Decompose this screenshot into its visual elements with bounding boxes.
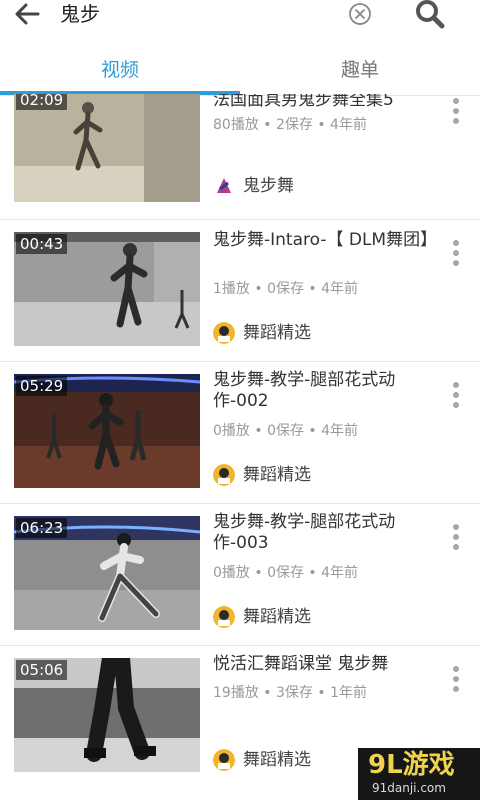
list-divider [0,645,480,646]
video-thumbnail[interactable]: 05:06 [14,658,200,772]
video-meta: 1播放 • 0保存 • 4年前 [213,281,359,297]
back-arrow-icon[interactable] [10,0,46,28]
more-vertical-icon[interactable] [448,524,464,554]
tab-videos[interactable]: 视频 [0,48,240,94]
tab-bar: 视频 趣单 [0,48,480,96]
video-list-item[interactable]: 00:43 鬼步舞-Intaro-【 DLM舞团】 1播放 • 0保存 • 4年… [0,230,480,374]
search-bar: 鬼步 [0,0,480,48]
channel-avatar [213,606,235,628]
channel-name: 鬼步舞 [243,176,294,196]
video-title[interactable]: 鬼步舞-教学-腿部花式动作-002 [213,370,433,412]
video-duration: 02:09 [16,94,68,110]
channel-avatar [213,322,235,344]
channel-name: 舞蹈精选 [243,323,311,343]
video-thumbnail[interactable]: 00:43 [14,232,200,346]
more-vertical-icon[interactable] [448,98,464,128]
video-title[interactable]: 法国面具男鬼步舞全集5 [213,94,433,111]
tab-playlists[interactable]: 趣单 [240,48,480,94]
channel-avatar [213,175,235,197]
video-list-item[interactable]: 05:29 鬼步舞-教学-腿部花式动作-002 0播放 • 0保存 • 4年前 … [0,370,480,516]
channel-avatar [213,464,235,486]
site-watermark: 9L游戏 91danji.com [358,748,480,800]
more-vertical-icon[interactable] [448,666,464,696]
dancer-thumbnail-image [14,94,200,202]
video-duration: 05:06 [16,660,68,680]
list-divider [0,361,480,362]
channel-avatar [213,749,235,771]
video-thumbnail[interactable]: 06:23 [14,516,200,630]
video-meta: 0播放 • 0保存 • 4年前 [213,565,359,581]
clear-circle-x-icon[interactable] [348,2,372,26]
watermark-logo: 9L游戏 [368,750,455,780]
video-meta: 0播放 • 0保存 • 4年前 [213,423,359,439]
video-thumbnail[interactable]: 05:29 [14,374,200,488]
search-icon[interactable] [414,0,446,30]
video-duration: 00:43 [16,234,68,254]
list-divider [0,503,480,504]
channel-name: 舞蹈精选 [243,607,311,627]
search-query-text[interactable]: 鬼步 [60,0,100,28]
video-thumbnail[interactable]: 02:09 [14,94,200,202]
list-divider [0,219,480,220]
more-vertical-icon[interactable] [448,382,464,412]
video-list[interactable]: 02:09 法国面具男鬼步舞全集5 80播放 • 2保存 • 4年前 鬼步舞 0… [0,94,480,800]
video-list-item[interactable]: 06:23 鬼步舞-教学-腿部花式动作-003 0播放 • 0保存 • 4年前 … [0,512,480,658]
more-vertical-icon[interactable] [448,240,464,270]
channel-name: 舞蹈精选 [243,465,311,485]
video-meta: 80播放 • 2保存 • 4年前 [213,117,367,133]
video-title[interactable]: 悦活汇舞蹈课堂 鬼步舞 [213,654,433,675]
video-title[interactable]: 鬼步舞-Intaro-【 DLM舞团】 [213,230,437,251]
channel-name: 舞蹈精选 [243,750,311,770]
video-meta: 19播放 • 3保存 • 1年前 [213,685,367,701]
video-duration: 06:23 [16,518,68,538]
watermark-url: 91danji.com [372,781,446,795]
video-list-item[interactable]: 02:09 法国面具男鬼步舞全集5 80播放 • 2保存 • 4年前 鬼步舞 [0,94,480,230]
video-title[interactable]: 鬼步舞-教学-腿部花式动作-003 [213,512,433,554]
video-duration: 05:29 [16,376,68,396]
